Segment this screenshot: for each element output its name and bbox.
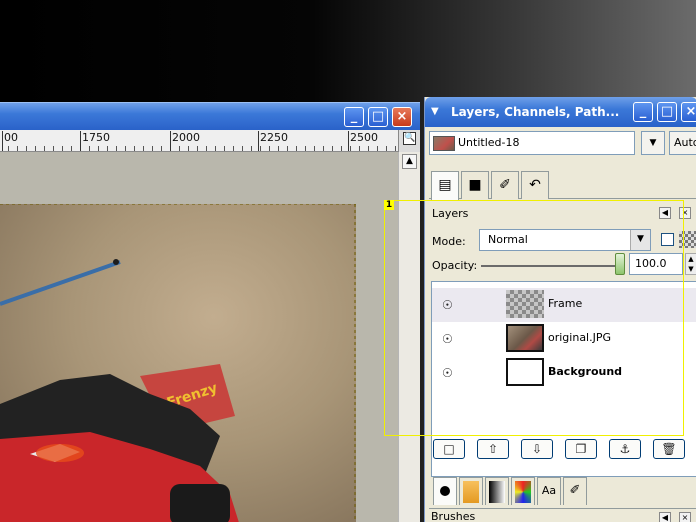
brushes-close-icon[interactable]: × xyxy=(679,512,691,522)
dock-title: Layers, Channels, Path... xyxy=(451,105,620,119)
layer-buttons: □ ⇧ ⇩ ❐ ⚓ 🗑 xyxy=(429,439,696,467)
zoom-to-fit-corner[interactable]: 🔍 xyxy=(398,130,420,152)
chevron-down-icon[interactable]: ▼ xyxy=(431,107,443,117)
annotation-label: 1 xyxy=(384,200,394,210)
anchor-layer-button[interactable]: ⚓ xyxy=(609,439,641,459)
palette-tab-icon[interactable] xyxy=(511,477,535,505)
lower-layer-button[interactable]: ⇩ xyxy=(521,439,553,459)
horizontal-ruler[interactable]: 00 1750 2000 2250 2500 xyxy=(0,130,398,152)
pattern-tab-icon[interactable] xyxy=(459,477,483,505)
image-window: _ □ × 00 1750 2000 2250 2500 🔍 ▲ Frenzy xyxy=(0,102,420,522)
undo-history-tab-icon[interactable]: ↶ xyxy=(521,171,549,199)
image-selector-value: Untitled-18 xyxy=(458,136,520,149)
dock-titlebar[interactable]: ▼ Layers, Channels, Path... _ □ × xyxy=(425,97,696,127)
ruler-tick-label: 2000 xyxy=(170,131,200,151)
ruler-tick-label: 00 xyxy=(2,131,18,151)
image-selector-dropdown-button[interactable]: ▼ xyxy=(641,131,665,155)
photo-content: Frenzy xyxy=(0,204,356,522)
ruler-tick-label: 2250 xyxy=(258,131,288,151)
minimize-button[interactable]: _ xyxy=(344,107,364,127)
zoom-icon[interactable]: 🔍 xyxy=(403,132,416,145)
image-thumbnail xyxy=(433,136,455,151)
image-selector-row: Untitled-18 ▼ Auto xyxy=(429,131,696,157)
layers-tab-icon[interactable]: ▤ xyxy=(431,171,459,200)
document-tab-icon[interactable]: ✐ xyxy=(563,477,587,505)
brushes-tabbar: Aa ✐ xyxy=(429,475,696,509)
auto-button[interactable]: Auto xyxy=(669,131,696,155)
delete-layer-button[interactable]: 🗑 xyxy=(653,439,685,459)
annotation-box xyxy=(384,200,684,436)
duplicate-layer-button[interactable]: ❐ xyxy=(565,439,597,459)
brush-tab-icon[interactable] xyxy=(433,477,457,505)
ruler-tick-label: 2500 xyxy=(348,131,378,151)
paths-tab-icon[interactable]: ✐ xyxy=(491,171,519,199)
dock-maximize-button[interactable]: □ xyxy=(657,102,677,122)
dock-tabbar: ▤ ■ ✐ ↶ xyxy=(429,167,696,200)
channels-tab-icon[interactable]: ■ xyxy=(461,171,489,199)
dock-minimize-button[interactable]: _ xyxy=(633,102,653,122)
gradient-tab-icon[interactable] xyxy=(485,477,509,505)
dock-close-button[interactable]: × xyxy=(681,102,696,122)
scroll-up-arrow-icon[interactable]: ▲ xyxy=(402,154,417,169)
maximize-button[interactable]: □ xyxy=(368,107,388,127)
image-canvas[interactable]: Frenzy xyxy=(0,152,398,522)
raise-layer-button[interactable]: ⇧ xyxy=(477,439,509,459)
ruler-tick-label: 1750 xyxy=(80,131,110,151)
font-tab-icon[interactable]: Aa xyxy=(537,477,561,505)
brushes-label: Brushes xyxy=(431,510,476,522)
close-button[interactable]: × xyxy=(392,107,412,127)
image-selector[interactable]: Untitled-18 xyxy=(429,131,635,155)
brushes-menu-icon[interactable]: ◀ xyxy=(659,512,671,522)
desktop-background xyxy=(0,0,696,100)
opacity-spinner[interactable]: ▲ ▼ xyxy=(685,253,696,275)
new-layer-button[interactable]: □ xyxy=(433,439,465,459)
image-window-titlebar[interactable]: _ □ × xyxy=(0,102,420,130)
